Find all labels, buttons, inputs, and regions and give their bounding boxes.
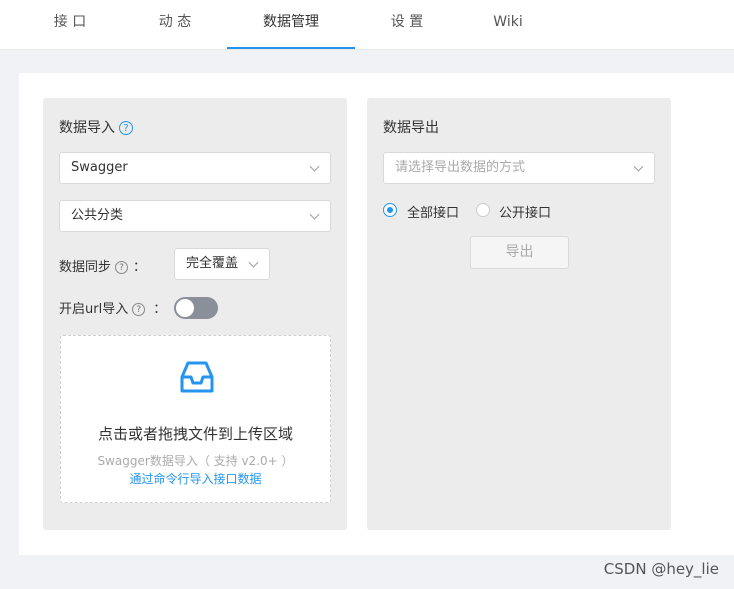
upload-dropzone[interactable]: 点击或者拖拽文件到上传区域 Swagger数据导入（ 支持 v2.0+ ） 通过… bbox=[60, 335, 331, 503]
radio-public-label[interactable]: 公开接口 bbox=[499, 202, 551, 221]
dropzone-main-text: 点击或者拖拽文件到上传区域 bbox=[97, 425, 293, 443]
export-method-placeholder: 请选择导出数据的方式 bbox=[395, 160, 526, 175]
toggle-knob bbox=[176, 299, 194, 317]
question-circle-icon[interactable]: ? bbox=[115, 261, 129, 274]
url-import-label-text: 开启url导入 bbox=[59, 302, 129, 317]
url-import-colon: ： bbox=[153, 302, 167, 317]
export-button[interactable]: 导出 bbox=[470, 236, 569, 269]
import-source-value: Swagger bbox=[71, 160, 128, 175]
sync-label: 数据同步? ： bbox=[59, 256, 146, 275]
inbox-icon bbox=[180, 361, 214, 393]
import-panel-title: 数据导入? bbox=[59, 117, 133, 137]
category-value: 公共分类 bbox=[71, 208, 124, 223]
top-navigation: 接 口 动 态 数据管理 设 置 Wiki bbox=[0, 0, 734, 50]
dropzone-hint: Swagger数据导入（ 支持 v2.0+ ） bbox=[97, 454, 294, 468]
radio-all-interfaces[interactable] bbox=[383, 203, 397, 217]
sync-mode-value: 完全覆盖 bbox=[186, 256, 239, 271]
url-import-label: 开启url导入? ： bbox=[59, 298, 166, 317]
active-tab-indicator bbox=[227, 47, 355, 49]
tab-interface[interactable]: 接 口 bbox=[40, 0, 100, 50]
chevron-down-icon bbox=[309, 161, 320, 172]
export-panel-title: 数据导出 bbox=[383, 120, 439, 136]
chevron-down-icon bbox=[633, 161, 644, 172]
sync-mode-select[interactable]: 完全覆盖 bbox=[174, 248, 270, 280]
import-title-text: 数据导入 bbox=[59, 120, 115, 136]
tab-wiki[interactable]: Wiki bbox=[478, 0, 538, 50]
radio-public-interfaces[interactable] bbox=[476, 203, 490, 217]
chevron-down-icon bbox=[248, 257, 259, 268]
sync-colon: ： bbox=[133, 260, 147, 275]
chevron-down-icon bbox=[309, 209, 320, 220]
tab-data-management[interactable]: 数据管理 bbox=[227, 0, 355, 50]
tab-settings[interactable]: 设 置 bbox=[377, 0, 437, 50]
category-select[interactable]: 公共分类 bbox=[59, 200, 331, 232]
watermark: CSDN @hey_lie bbox=[603, 560, 719, 578]
cli-import-link[interactable]: 通过命令行导入接口数据 bbox=[61, 470, 330, 487]
export-method-select[interactable]: 请选择导出数据的方式 bbox=[383, 152, 655, 184]
import-source-select[interactable]: Swagger bbox=[59, 152, 331, 184]
radio-all-label[interactable]: 全部接口 bbox=[407, 202, 459, 221]
question-circle-icon[interactable]: ? bbox=[119, 121, 133, 135]
question-circle-icon[interactable]: ? bbox=[132, 303, 146, 316]
sync-label-text: 数据同步 bbox=[59, 260, 112, 275]
tab-activity[interactable]: 动 态 bbox=[145, 0, 205, 50]
url-import-toggle[interactable] bbox=[174, 297, 218, 319]
